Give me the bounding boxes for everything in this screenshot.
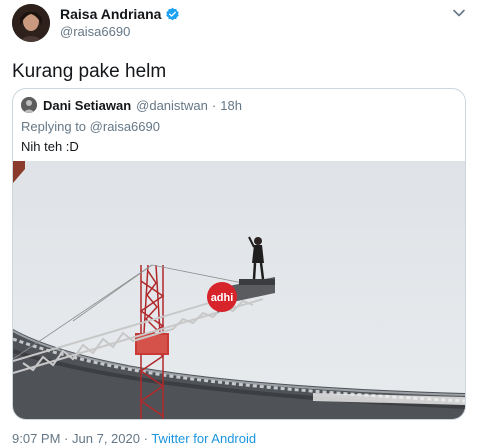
footer-separator: · [143,431,148,446]
quoted-header: Dani Setiawan @danistwan · 18h [21,97,242,113]
quoted-author-handle[interactable]: @danistwan [136,98,208,113]
chevron-down-icon[interactable] [452,6,466,20]
tweet-card: Raisa Andriana @raisa6690 Kurang pake he… [0,0,478,448]
quoted-photo[interactable]: adhi [13,161,465,419]
quoted-tweet[interactable]: Dani Setiawan @danistwan · 18h Replying … [12,88,466,420]
author-display-name[interactable]: Raisa Andriana [60,6,161,22]
replying-to-line: Replying to @raisa6690 [21,119,160,134]
quoted-author-avatar[interactable] [21,97,37,113]
quoted-tweet-text: Nih teh :D [21,139,79,154]
tweet-time[interactable]: 9:07 PM [12,431,60,446]
quoted-separator: · [211,97,217,113]
profile-photo-avatar [12,4,50,42]
tweet-footer: 9:07 PM · Jun 7, 2020 · Twitter for Andr… [12,431,256,446]
tweet-text: Kurang pake helm [12,61,167,82]
replying-label: Replying to [21,119,87,134]
crane-photo-image: adhi [13,161,465,419]
verified-badge-icon [165,7,180,22]
tweet-source-link[interactable]: Twitter for Android [151,431,256,446]
quoted-timestamp[interactable]: 18h [220,98,242,113]
footer-separator: · [64,431,69,446]
author-handle[interactable]: @raisa6690 [60,24,130,39]
author-name-row: Raisa Andriana [60,6,180,22]
author-avatar[interactable] [12,4,50,42]
quoted-author-name[interactable]: Dani Setiawan [43,98,131,113]
tweet-date[interactable]: Jun 7, 2020 [72,431,140,446]
replying-mention-link[interactable]: @raisa6690 [90,119,160,134]
adhi-sign-text: adhi [211,292,234,304]
